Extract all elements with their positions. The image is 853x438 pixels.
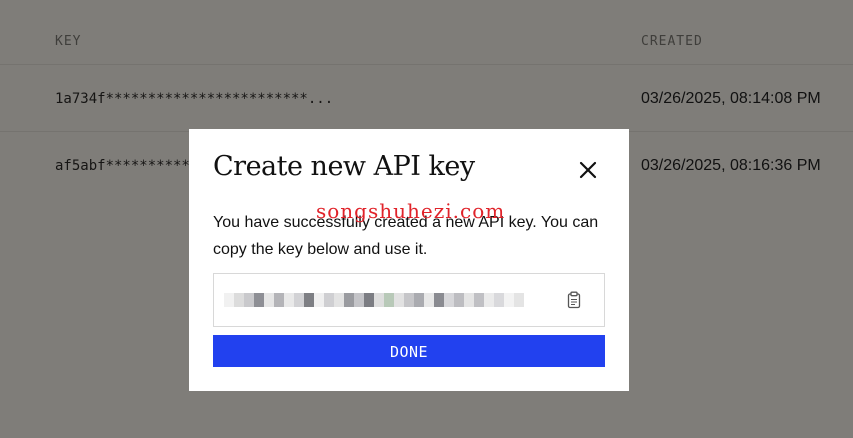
dialog-title: Create new API key — [213, 151, 475, 182]
api-key-field[interactable] — [213, 273, 605, 327]
blurred-api-key — [224, 291, 536, 309]
table-row: 1a734f************************... 03/26/… — [0, 65, 853, 132]
column-header-key: KEY — [55, 34, 82, 49]
create-api-key-dialog: Create new API key You have successfully… — [189, 129, 629, 391]
dialog-message: You have successfully created a new API … — [213, 214, 599, 258]
close-button[interactable] — [577, 159, 599, 181]
copy-button[interactable] — [566, 291, 582, 309]
close-icon — [579, 161, 597, 179]
clipboard-icon — [567, 291, 581, 309]
created-date: 03/26/2025, 08:16:36 PM — [641, 157, 821, 174]
api-key-masked: af5abf********** — [55, 158, 190, 174]
created-date: 03/26/2025, 08:14:08 PM — [641, 90, 821, 107]
api-key-masked: 1a734f************************... — [55, 91, 334, 107]
api-keys-page: KEY CREATED 1a734f**********************… — [0, 0, 853, 438]
column-header-created: CREATED — [641, 34, 703, 49]
table-header: KEY CREATED — [0, 0, 853, 65]
done-button[interactable]: DONE — [213, 335, 605, 367]
